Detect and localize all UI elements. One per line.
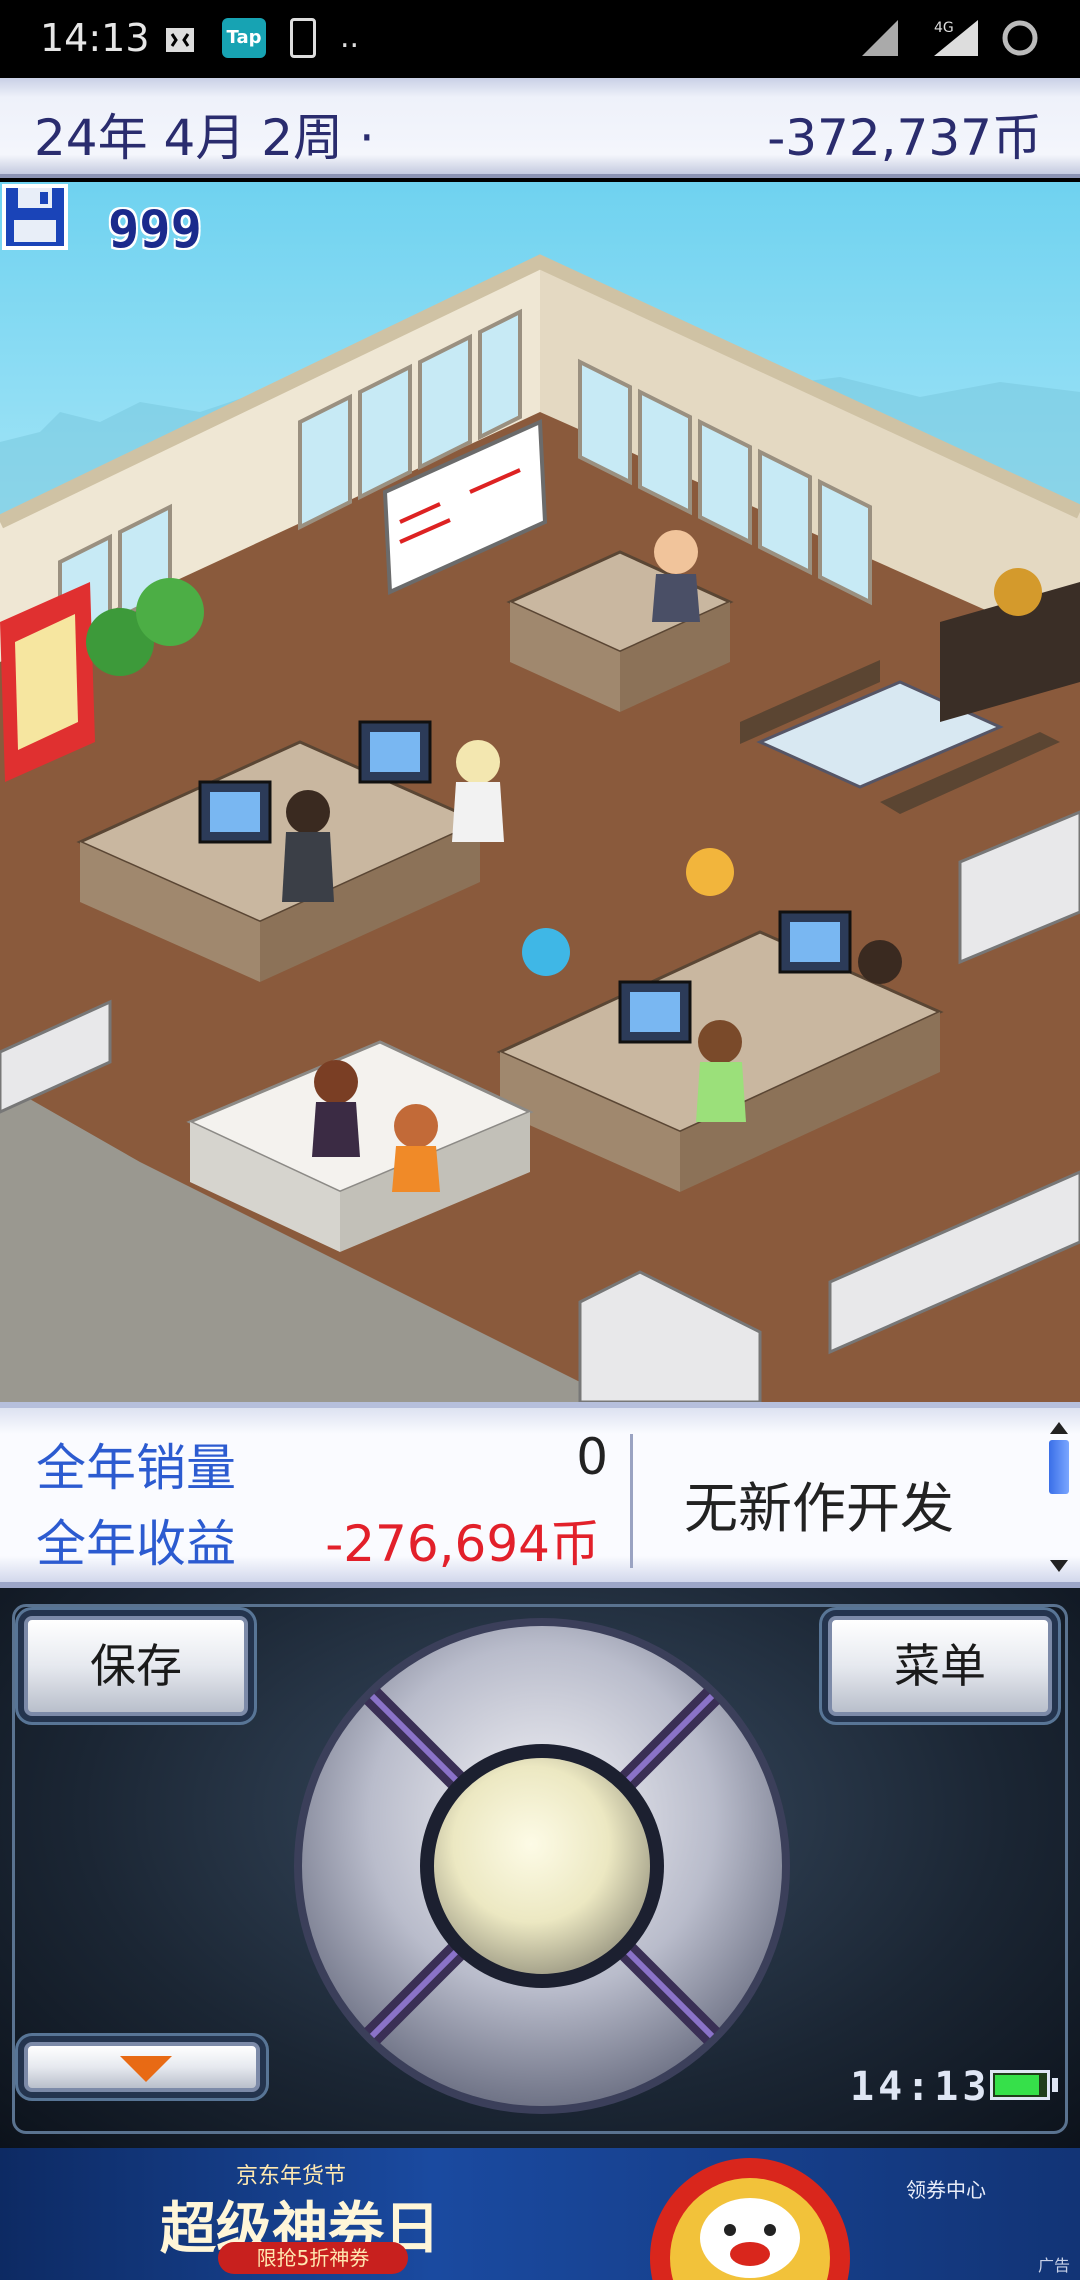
battery-ring-icon [1002,20,1038,56]
battery-tip [1052,2078,1058,2092]
annual-stats-panel: 全年销量 0 全年收益 -276,694币 无新作开发 [0,1402,1080,1588]
funds-display: -372,737币 [767,109,1042,167]
network-label: 4G [934,20,954,36]
save-button[interactable]: 保存 [24,1616,248,1716]
disk-count: 999 [108,200,202,260]
control-panel: 保存 菜单 14:13 [0,1588,1080,2148]
battery-icon [990,2070,1050,2100]
menu-button[interactable]: 菜单 [828,1616,1052,1716]
annual-profit-value: -276,694币 [325,1515,600,1573]
annual-sales-label: 全年销量 [36,1439,236,1497]
top-info-bar: 24年 4月 2周 · -372,737币 [0,78,1080,178]
signal-4g-icon: 4G [934,20,978,56]
ad-tag: 广告 [1037,2256,1070,2275]
game-controller-icon [166,28,194,52]
annual-sales-value: 0 [576,1428,608,1486]
game-date: 24年 4月 2周 · [34,109,375,167]
expand-down-button[interactable] [24,2042,260,2092]
dpad[interactable] [288,1612,796,2120]
ad-pill[interactable]: 限抢5折神券 [218,2242,408,2274]
triangle-down-icon [120,2056,172,2082]
ad-banner[interactable]: 京东年货节 超级神券日 限抢5折神券 领券中心 广告 [0,2148,1080,2280]
scroll-down-icon[interactable] [1050,1560,1068,1572]
status-bar: 14:13 Tap .. 4G [0,0,1080,78]
signal-icon [862,20,898,56]
development-status: 无新作开发 [684,1477,954,1540]
download-icon [290,18,316,58]
scroll-up-icon[interactable] [1050,1422,1068,1434]
stats-scrollbar[interactable] [1046,1422,1072,1572]
tap-icon: Tap [222,18,266,58]
status-time: 14:13 [40,16,150,60]
office-scene[interactable]: 999 [0,182,1080,1402]
more-icon: .. [340,20,360,55]
ad-right-text: 领券中心 [906,2178,986,2202]
dpad-center-button[interactable] [434,1758,650,1974]
scroll-thumb[interactable] [1049,1440,1069,1494]
floppy-disk-icon [2,184,68,250]
stats-divider [630,1434,633,1568]
game-clock: 14:13 [850,2064,991,2110]
ad-mascot-icon [650,2158,850,2280]
annual-profit-label: 全年收益 [36,1515,236,1573]
office-illustration [0,254,1080,1402]
